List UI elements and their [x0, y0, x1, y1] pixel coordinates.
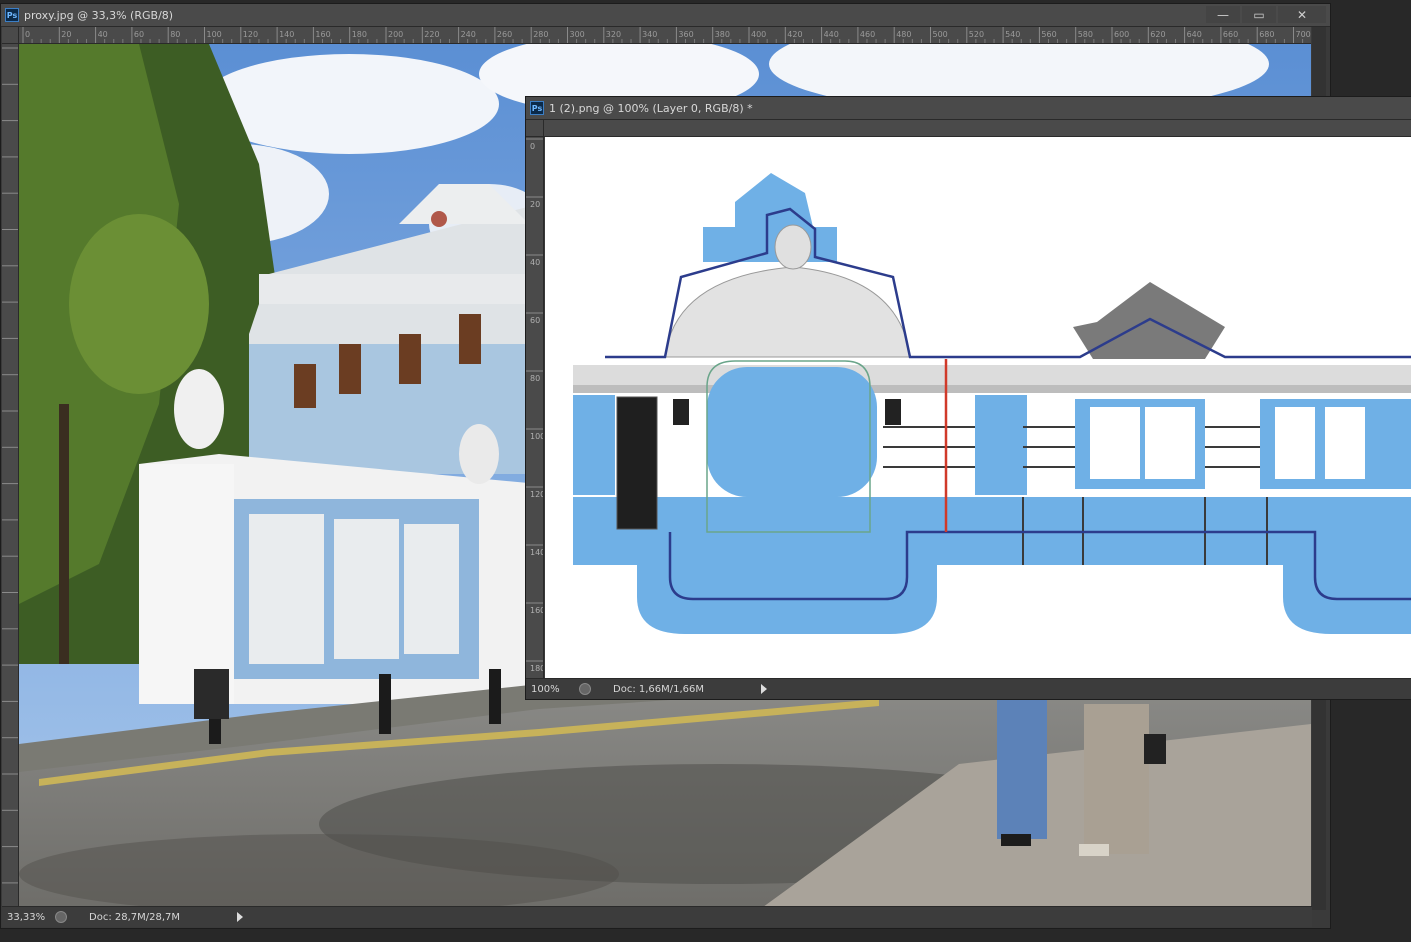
ruler-label: 380	[715, 30, 730, 39]
ruler-label: 220	[424, 30, 439, 39]
ruler-label: 180	[352, 30, 367, 39]
minimize-button[interactable]: —	[1206, 6, 1240, 23]
vertical-ruler[interactable]: 0 20 40 60 80 100 120 140 160 180	[526, 137, 544, 681]
zoom-level-field[interactable]: 33,33%	[2, 912, 51, 923]
ruler-label: 600	[1114, 30, 1129, 39]
restore-button[interactable]: ▭	[1242, 6, 1276, 23]
ruler-label: 60	[530, 316, 540, 325]
ruler-label: 80	[530, 374, 540, 383]
ruler-ticks: 0 20 40 60 80 100 120 140 160 180	[526, 138, 543, 673]
ruler-label: 20	[530, 200, 540, 209]
ruler-label: 20	[61, 30, 71, 39]
ruler-label: 660	[1223, 30, 1238, 39]
ruler-label: 400	[751, 30, 766, 39]
horizontal-ruler[interactable]	[544, 120, 1411, 137]
play-arrow-icon[interactable]	[761, 684, 767, 694]
window-title: 1 (2).png @ 100% (Layer 0, RGB/8) *	[549, 101, 753, 115]
ruler-label: 60	[134, 30, 144, 39]
ruler-ticks	[2, 47, 18, 884]
ruler-label: 120	[530, 490, 543, 499]
ruler-label: 280	[533, 30, 548, 39]
photoshop-icon: Ps	[530, 101, 544, 115]
ruler-label: 620	[1150, 30, 1165, 39]
ruler-label: 300	[570, 30, 585, 39]
document-size: Doc: 28,7M/28,7M	[89, 911, 181, 923]
ruler-label: 540	[1005, 30, 1020, 39]
design-canvas[interactable]	[545, 137, 1411, 682]
ruler-label: 100	[530, 432, 543, 441]
ruler-label: 460	[860, 30, 875, 39]
status-bar: 33,33% Doc: 28,7M/28,7M	[2, 906, 1312, 927]
ruler-label: 520	[969, 30, 984, 39]
window-controls: — ▭ ✕	[1206, 6, 1326, 23]
status-bar: 100% Doc: 1,66M/1,66M	[526, 678, 1411, 699]
ruler-label: 640	[1187, 30, 1202, 39]
ruler-label: 680	[1259, 30, 1274, 39]
ruler-label: 240	[461, 30, 476, 39]
ruler-label: 160	[315, 30, 330, 39]
facade-drawing	[573, 173, 1411, 634]
status-menu-icon[interactable]	[579, 683, 591, 695]
ruler-label: 80	[170, 30, 180, 39]
window-titlebar[interactable]: Ps 1 (2).png @ 100% (Layer 0, RGB/8) *	[526, 97, 1411, 120]
ruler-label: 160	[530, 606, 543, 615]
ruler-label: 560	[1041, 30, 1056, 39]
ruler-label: 140	[530, 548, 543, 557]
ruler-ticks: 0 20 40 60 80 100 120 140 160 180 200 220 240 260 280 3…	[22, 27, 1311, 43]
ruler-label: 40	[98, 30, 108, 39]
ruler-label: 420	[787, 30, 802, 39]
ruler-label: 340	[642, 30, 657, 39]
ruler-label: 580	[1078, 30, 1093, 39]
ruler-label: 140	[279, 30, 294, 39]
ruler-label: 0	[25, 30, 30, 39]
ruler-label: 320	[606, 30, 621, 39]
status-menu-icon[interactable]	[55, 911, 67, 923]
ruler-label: 200	[388, 30, 403, 39]
ruler-label: 480	[896, 30, 911, 39]
document-window-png[interactable]: Ps 1 (2).png @ 100% (Layer 0, RGB/8) * 0…	[525, 96, 1411, 700]
ruler-label: 0	[530, 142, 535, 151]
ruler-label: 360	[678, 30, 693, 39]
zoom-level-field[interactable]: 100%	[526, 684, 575, 695]
ruler-origin[interactable]	[2, 27, 19, 44]
play-arrow-icon[interactable]	[237, 912, 243, 922]
photoshop-icon: Ps	[5, 8, 19, 22]
ruler-label: 440	[824, 30, 839, 39]
document-size: Doc: 1,66M/1,66M	[613, 683, 705, 695]
horizontal-ruler[interactable]: 0 20 40 60 80 100 120 140 160 180 200 220 240 260 280 3…	[19, 27, 1311, 44]
ruler-label: 180	[530, 664, 543, 673]
ruler-label: 40	[530, 258, 540, 267]
ruler-origin[interactable]	[526, 120, 544, 137]
ruler-label: 500	[933, 30, 948, 39]
ruler-label: 100	[207, 30, 222, 39]
window-title: proxy.jpg @ 33,3% (RGB/8)	[24, 8, 174, 22]
vertical-ruler[interactable]	[2, 44, 19, 908]
window-titlebar[interactable]: Ps proxy.jpg @ 33,3% (RGB/8) — ▭ ✕	[1, 4, 1330, 27]
close-button[interactable]: ✕	[1278, 6, 1326, 23]
ruler-label: 260	[497, 30, 512, 39]
ruler-label: 700	[1296, 30, 1311, 39]
ruler-label: 120	[243, 30, 258, 39]
